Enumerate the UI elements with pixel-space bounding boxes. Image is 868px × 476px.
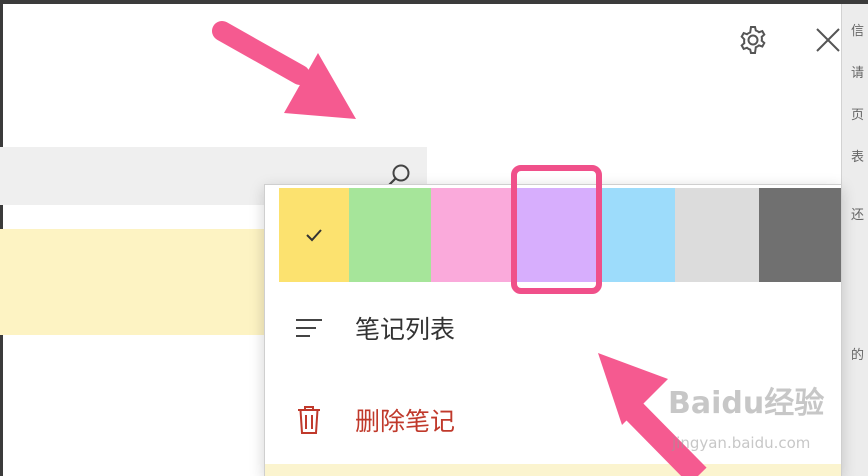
watermark-title: Baidu经验 — [668, 386, 825, 421]
list-icon — [291, 310, 327, 346]
gear-icon — [740, 26, 766, 54]
menu-item-note-list[interactable]: 笔记列表 — [265, 298, 841, 358]
close-icon — [816, 28, 840, 52]
color-swatch-yellow[interactable] — [279, 188, 349, 282]
settings-button[interactable] — [732, 20, 774, 60]
note-card[interactable] — [0, 229, 265, 335]
strip-char: 请 — [851, 66, 865, 81]
background-window-strip: 信 请 页 表 还 的 — [841, 4, 868, 476]
trash-icon — [291, 402, 327, 438]
strip-char: 页 — [851, 108, 865, 123]
highlight-frame — [511, 165, 602, 294]
checkmark-icon — [306, 229, 322, 242]
close-button[interactable] — [808, 20, 848, 60]
arrow-annotation-top — [212, 21, 356, 119]
note-list-label: 笔记列表 — [355, 315, 456, 344]
strip-char: 表 — [851, 150, 865, 165]
color-swatch-gray[interactable] — [675, 188, 759, 282]
color-swatch-charcoal[interactable] — [759, 188, 841, 282]
color-swatch-pink[interactable] — [431, 188, 513, 282]
delete-note-label: 删除笔记 — [355, 407, 456, 436]
watermark-url: jingyan.baidu.com — [672, 434, 811, 452]
strip-char: 的 — [851, 348, 865, 363]
strip-char: 信 — [851, 24, 865, 39]
color-swatch-green[interactable] — [349, 188, 431, 282]
baidu-watermark: Baidu经验 jingyan.baidu.com — [668, 378, 838, 458]
window-top-border — [0, 0, 868, 4]
next-note-preview — [265, 464, 841, 476]
color-swatch-blue[interactable] — [597, 188, 675, 282]
strip-char: 还 — [851, 208, 865, 223]
